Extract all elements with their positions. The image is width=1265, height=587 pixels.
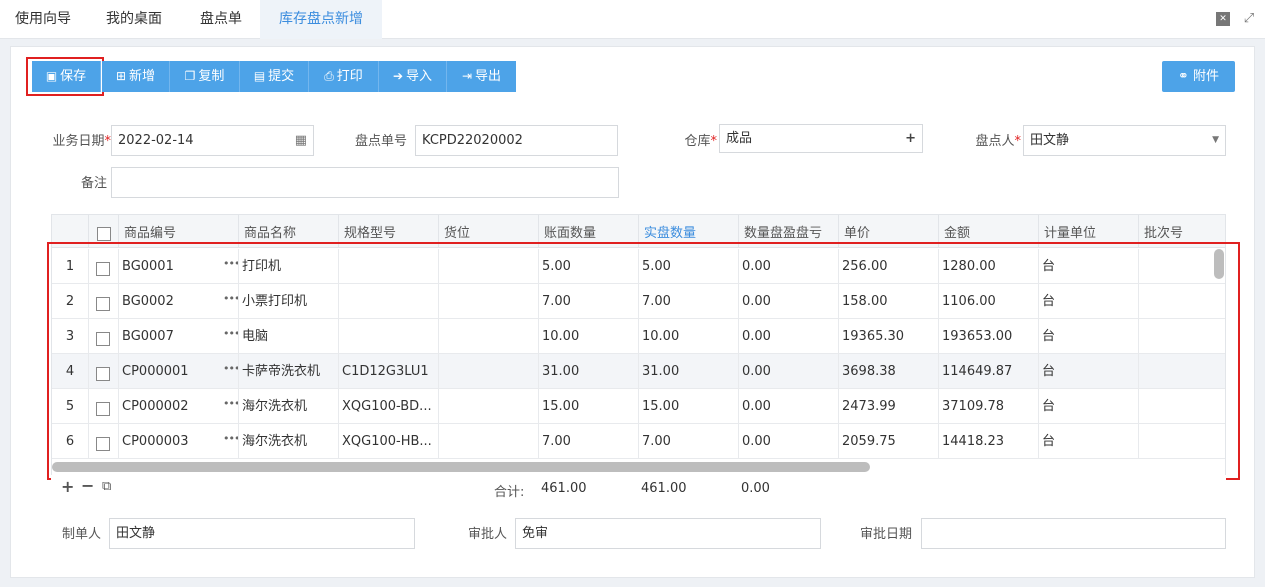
link-icon: ⚭: [1177, 69, 1189, 84]
select-all-checkbox[interactable]: [97, 227, 111, 241]
close-tab-icon[interactable]: ✕: [1216, 12, 1230, 26]
remark-label: 备注: [80, 176, 107, 191]
tab-guide[interactable]: 使用向导: [0, 0, 86, 39]
document-icon: ▤: [253, 69, 266, 83]
submit-label: 提交: [268, 69, 295, 84]
remark-input[interactable]: [111, 167, 619, 198]
counter-select[interactable]: 田文静 ▼: [1023, 125, 1226, 156]
sign-in-icon: ➔: [392, 69, 404, 83]
chevron-down-icon: ▼: [1212, 135, 1219, 145]
export-label: 导出: [475, 69, 502, 84]
copy-icon: ❐: [184, 69, 196, 83]
export-button[interactable]: ⇥ 导出: [447, 61, 516, 92]
add-button[interactable]: ⊞ 新增: [102, 61, 170, 92]
warehouse-label: 仓库*: [684, 134, 717, 149]
approve-date-label: 审批日期: [859, 527, 912, 542]
grid-footer: + − ⧉ 合计: 461.00 461.00 0.00: [51, 475, 1226, 503]
import-label: 导入: [406, 69, 433, 84]
calendar-icon[interactable]: ▦: [295, 126, 307, 155]
import-button[interactable]: ➔ 导入: [379, 61, 447, 92]
biz-date-field[interactable]: 2022-02-14 ▦: [111, 125, 314, 156]
plus-box-icon: ⊞: [115, 69, 127, 83]
doc-no-label: 盘点单号: [354, 134, 407, 149]
sign-out-icon: ⇥: [461, 69, 473, 83]
tab-stocktake-list[interactable]: 盘点单: [182, 0, 260, 39]
approve-date-field[interactable]: [921, 518, 1226, 549]
printer-icon: ⎙: [324, 69, 334, 83]
tab-desktop[interactable]: 我的桌面: [86, 0, 182, 39]
biz-date-value: 2022-02-14: [118, 133, 194, 148]
approver-value: 免审: [522, 526, 549, 541]
doc-no-field[interactable]: KCPD22020002: [415, 125, 618, 156]
counter-value: 田文静: [1030, 133, 1070, 148]
maker-field[interactable]: 田文静: [109, 518, 415, 549]
warehouse-field[interactable]: 成品 +: [719, 124, 923, 153]
attachment-label: 附件: [1193, 69, 1220, 84]
submit-button[interactable]: ▤ 提交: [240, 61, 309, 92]
doc-no-value: KCPD22020002: [422, 133, 523, 148]
counter-label: 盘点人*: [975, 134, 1021, 149]
add-row-icon[interactable]: +: [61, 477, 74, 496]
grid-highlight-box: [47, 242, 1240, 480]
biz-date-label: 业务日期*: [52, 134, 111, 149]
add-label: 新增: [129, 69, 156, 84]
plus-icon[interactable]: +: [905, 125, 916, 152]
approver-label: 审批人: [467, 527, 507, 542]
print-button[interactable]: ⎙ 打印: [309, 61, 379, 92]
maker-value: 田文静: [116, 526, 156, 541]
total-real-qty: 461.00: [641, 481, 687, 496]
fullscreen-icon[interactable]: ⤢: [1242, 12, 1256, 26]
copy-label: 复制: [198, 69, 225, 84]
total-label: 合计:: [494, 485, 525, 500]
remove-row-icon[interactable]: −: [81, 476, 94, 495]
warehouse-value: 成品: [726, 131, 753, 146]
copy-button[interactable]: ❐ 复制: [170, 61, 240, 92]
copy-row-icon[interactable]: ⧉: [102, 479, 111, 494]
tab-stocktake-new[interactable]: 库存盘点新增: [260, 0, 382, 39]
save-highlight-box: [26, 57, 104, 96]
approver-field[interactable]: 免审: [515, 518, 821, 549]
tab-bar: 使用向导 我的桌面 盘点单 库存盘点新增 ✕ ⤢: [0, 0, 1265, 39]
print-label: 打印: [336, 69, 363, 84]
total-book-qty: 461.00: [541, 481, 587, 496]
attachment-button[interactable]: ⚭ 附件: [1162, 61, 1235, 92]
main-panel: ▣ 保存 ⊞ 新增 ❐ 复制 ▤ 提交 ⎙ 打印 ➔ 导入 ⇥ 导出 ⚭ 附件 业务日期* 2…: [10, 46, 1255, 578]
total-diff: 0.00: [741, 481, 770, 496]
maker-label: 制单人: [61, 527, 101, 542]
